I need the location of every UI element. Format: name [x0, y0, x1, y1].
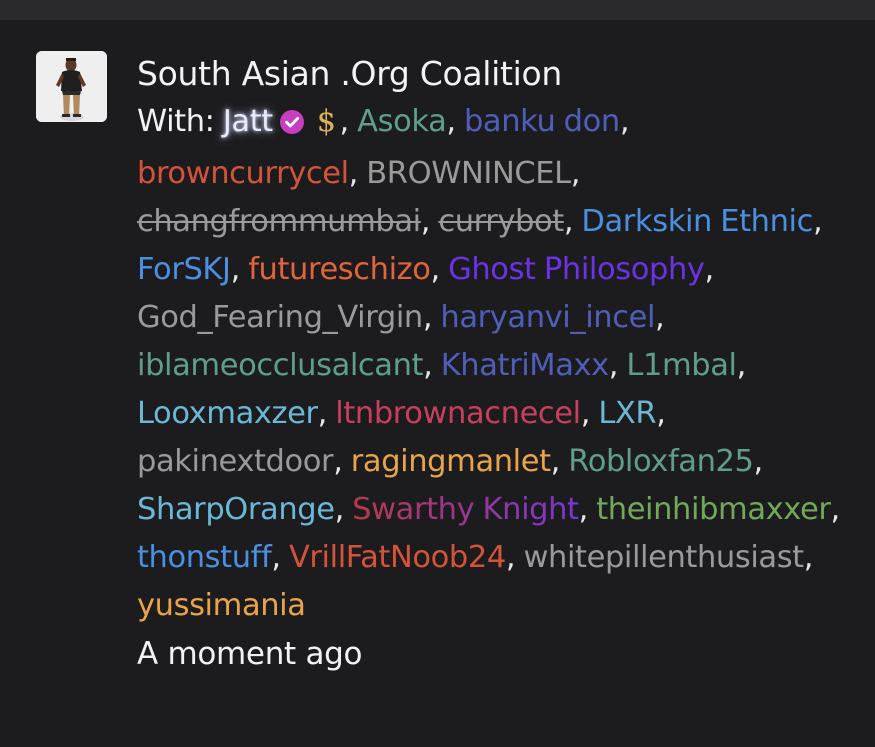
separator: ,	[271, 540, 281, 575]
separator: ,	[753, 444, 764, 479]
separator: ,	[317, 396, 328, 431]
participant-name[interactable]: KhatriMaxx	[441, 348, 610, 383]
separator: ,	[230, 252, 241, 287]
participant-name[interactable]: haryanvi_incel	[440, 300, 655, 335]
participant-name[interactable]: yussimania	[137, 588, 306, 623]
participant-name[interactable]: Ghost Philosophy	[448, 252, 705, 287]
separator: ,	[830, 492, 841, 527]
participant-name[interactable]: ltnbrownacnecel	[335, 396, 581, 431]
separator: ,	[334, 492, 345, 527]
separator: ,	[580, 396, 591, 431]
participant-name[interactable]: Looxmaxzer	[137, 396, 318, 431]
participant-name[interactable]: changfrommumbai	[137, 204, 421, 239]
separator: ,	[813, 204, 823, 239]
separator: ,	[578, 492, 589, 527]
separator: ,	[333, 444, 343, 479]
participant-name[interactable]: theinhibmaxxer	[596, 492, 831, 527]
participant-name[interactable]: BROWNINCEL	[366, 156, 571, 191]
separator: ,	[505, 540, 516, 575]
participant-name[interactable]: thonstuff	[137, 540, 272, 575]
separator: ,	[704, 252, 715, 287]
with-label: With:	[137, 104, 215, 139]
separator: ,	[423, 348, 433, 383]
participant-name[interactable]: Robloxfan25	[568, 444, 754, 479]
top-bar	[0, 0, 875, 20]
separator: ,	[550, 444, 561, 479]
avatar[interactable]	[36, 51, 107, 122]
participant-name[interactable]: God_Fearing_Virgin	[137, 300, 423, 335]
separator: ,	[570, 156, 581, 191]
participant-name[interactable]: LXR	[598, 396, 656, 431]
separator: ,	[736, 348, 747, 383]
separator: ,	[422, 300, 433, 335]
participant-name[interactable]: currybot	[438, 204, 564, 239]
dollar-icon: $	[316, 104, 336, 139]
participant-name[interactable]: pakinextdoor	[137, 444, 334, 479]
separator: ,	[608, 348, 619, 383]
participant-name[interactable]: ragingmanlet	[351, 444, 551, 479]
participant-name[interactable]: futureschizo	[248, 252, 431, 287]
conversation-details: South Asian .Org Coalition With: Jatt $, …	[137, 50, 847, 678]
participant-name[interactable]: Darkskin Ethnic	[581, 204, 813, 239]
separator: ,	[655, 300, 665, 335]
participant-name[interactable]: SharpOrange	[137, 492, 335, 527]
participant-name[interactable]: banku don	[464, 104, 620, 139]
separator: ,	[446, 104, 456, 139]
verified-check-icon	[279, 102, 305, 150]
separator: ,	[563, 204, 574, 239]
separator: ,	[339, 104, 350, 139]
participant-name[interactable]: ForSKJ	[137, 252, 231, 287]
participant-name[interactable]: browncurrycel	[137, 156, 349, 191]
separator: ,	[656, 396, 666, 431]
separator: ,	[619, 104, 630, 139]
separator: ,	[803, 540, 814, 575]
timestamp: A moment ago	[137, 636, 363, 672]
participant-owner[interactable]: Jatt	[223, 104, 273, 139]
participant-name[interactable]: Swarthy Knight	[352, 492, 579, 527]
participant-name[interactable]: whitepillenthusiast	[523, 540, 804, 575]
conversation-title[interactable]: South Asian .Org Coalition	[137, 50, 847, 98]
participants-list: With: Jatt $, Asoka, banku don, browncurr…	[137, 98, 847, 630]
participant-name[interactable]: L1mbal	[626, 348, 737, 383]
separator: ,	[348, 156, 359, 191]
separator: ,	[430, 252, 441, 287]
participant-name[interactable]: Asoka	[357, 104, 447, 139]
participant-name[interactable]: VrillFatNoob24	[289, 540, 506, 575]
participant-name[interactable]: iblameocclusalcant	[137, 348, 423, 383]
separator: ,	[420, 204, 431, 239]
avatar-person-image	[36, 51, 107, 122]
